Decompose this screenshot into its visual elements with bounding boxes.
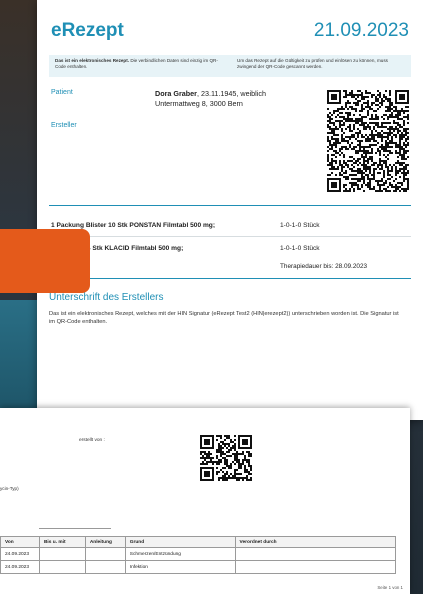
table-header-row: Von Bis u. mit Anleitung Grund Verordnet… (0, 536, 397, 548)
qr-code-icon (327, 90, 409, 192)
medication-plan-document: erstellt von : ycin-Typ) Von Bis u. mit … (0, 408, 410, 594)
prescription-qr-code (327, 90, 409, 192)
medication-plan-table: Von Bis u. mit Anleitung Grund Verordnet… (0, 536, 397, 574)
cell-reason: Infektion (124, 560, 236, 574)
table-row: 24.09.2023 Infektion (0, 560, 397, 574)
prescription-document: eRezept 21.09.2023 Das ist ein elektroni… (37, 0, 423, 420)
patient-details: , 23.11.1945, weiblich (196, 89, 266, 98)
document-date: 21.09.2023 (313, 20, 409, 41)
cell-instruction (84, 560, 126, 574)
cell-instruction (84, 547, 126, 561)
issuer-label: Ersteller (51, 122, 77, 129)
signature-text: Das ist ein elektronisches Rezept, welch… (49, 311, 399, 325)
medication-2-dose: 1-0-1-0 Stück (280, 245, 320, 252)
cell-prescribed-by (234, 560, 397, 574)
therapy-duration: Therapiedauer bis: 28.09.2023 (280, 263, 368, 270)
divider (49, 278, 411, 279)
orange-callout (0, 229, 90, 293)
cell-until (38, 560, 86, 574)
document-title: eRezept (51, 20, 124, 41)
column-header: Bis u. mit (38, 536, 86, 548)
cell-reason: Schmerzen/Entzündung (124, 547, 236, 561)
signature-line (39, 528, 111, 529)
plan-qr-code (200, 435, 252, 481)
cell-until (38, 547, 86, 561)
column-header: Von (0, 536, 40, 548)
divider (49, 236, 411, 237)
created-by-label: erstellt von : (79, 438, 105, 443)
signature-title: Unterschrift des Erstellers (49, 292, 164, 303)
cell-prescribed-by (234, 547, 397, 561)
patient-info: Dora Graber, 23.11.1945, weiblich Unterm… (155, 89, 266, 108)
column-header: Grund (124, 536, 236, 548)
patient-label: Patient (51, 89, 73, 96)
column-header: Anleitung (84, 536, 126, 548)
medication-1-dose: 1-0-1-0 Stück (280, 222, 320, 229)
info-left-bold: Das ist ein elektronisches Rezept. (55, 58, 130, 63)
cell-from: 24.09.2023 (0, 547, 40, 561)
page-number: Seite 1 von 1 (377, 585, 403, 590)
partial-text: ycin-Typ) (0, 486, 19, 491)
patient-address: Untermattweg 8, 3000 Bern (155, 98, 243, 108)
divider (49, 205, 411, 206)
info-bar: Das ist ein elektronisches Rezept. Die v… (49, 55, 411, 77)
qr-code-icon (200, 435, 252, 481)
patient-name: Dora Graber (155, 89, 197, 98)
cell-from: 24.09.2023 (0, 560, 40, 574)
column-header: Verordnet durch (234, 536, 397, 548)
medication-1-name: 1 Packung Blister 10 Stk PONSTAN Filmtab… (51, 222, 216, 229)
info-right: Um das Rezept auf die Gültigkeit zu prüf… (237, 58, 388, 70)
info-left: Das ist ein elektronisches Rezept. Die v… (55, 58, 223, 74)
table-row: 24.09.2023 Schmerzen/Entzündung (0, 547, 397, 561)
